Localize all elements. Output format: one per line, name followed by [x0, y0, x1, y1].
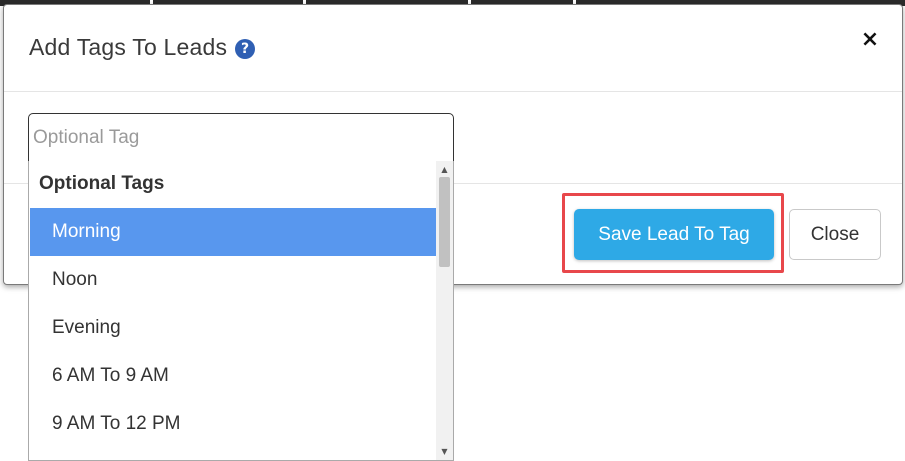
- scroll-up-icon[interactable]: ▲: [436, 163, 453, 177]
- save-lead-to-tag-button[interactable]: Save Lead To Tag: [574, 209, 774, 260]
- close-button[interactable]: Close: [789, 209, 881, 260]
- modal-header: Add Tags To Leads? ×: [4, 5, 902, 92]
- modal-title: Add Tags To Leads?: [29, 34, 256, 61]
- dropdown-option-morning[interactable]: Morning: [30, 208, 436, 256]
- dropdown-option-evening[interactable]: Evening: [30, 304, 436, 352]
- dropdown-option-noon[interactable]: Noon: [30, 256, 436, 304]
- optional-tag-input[interactable]: [28, 113, 454, 162]
- help-icon[interactable]: ?: [235, 39, 256, 59]
- tag-dropdown-list: Optional Tags Morning Noon Evening 6 AM …: [28, 161, 454, 461]
- scroll-down-icon[interactable]: ▼: [436, 445, 453, 459]
- dropdown-scrollbar[interactable]: ▲ ▼: [436, 161, 453, 460]
- dropdown-option-9am-12pm[interactable]: 9 AM To 12 PM: [30, 400, 436, 448]
- scrollbar-thumb[interactable]: [439, 177, 450, 267]
- dropdown-option-6am-9am[interactable]: 6 AM To 9 AM: [30, 352, 436, 400]
- dropdown-group-label: Optional Tags: [39, 173, 165, 194]
- close-icon[interactable]: ×: [860, 29, 880, 51]
- modal-title-text: Add Tags To Leads: [29, 34, 228, 60]
